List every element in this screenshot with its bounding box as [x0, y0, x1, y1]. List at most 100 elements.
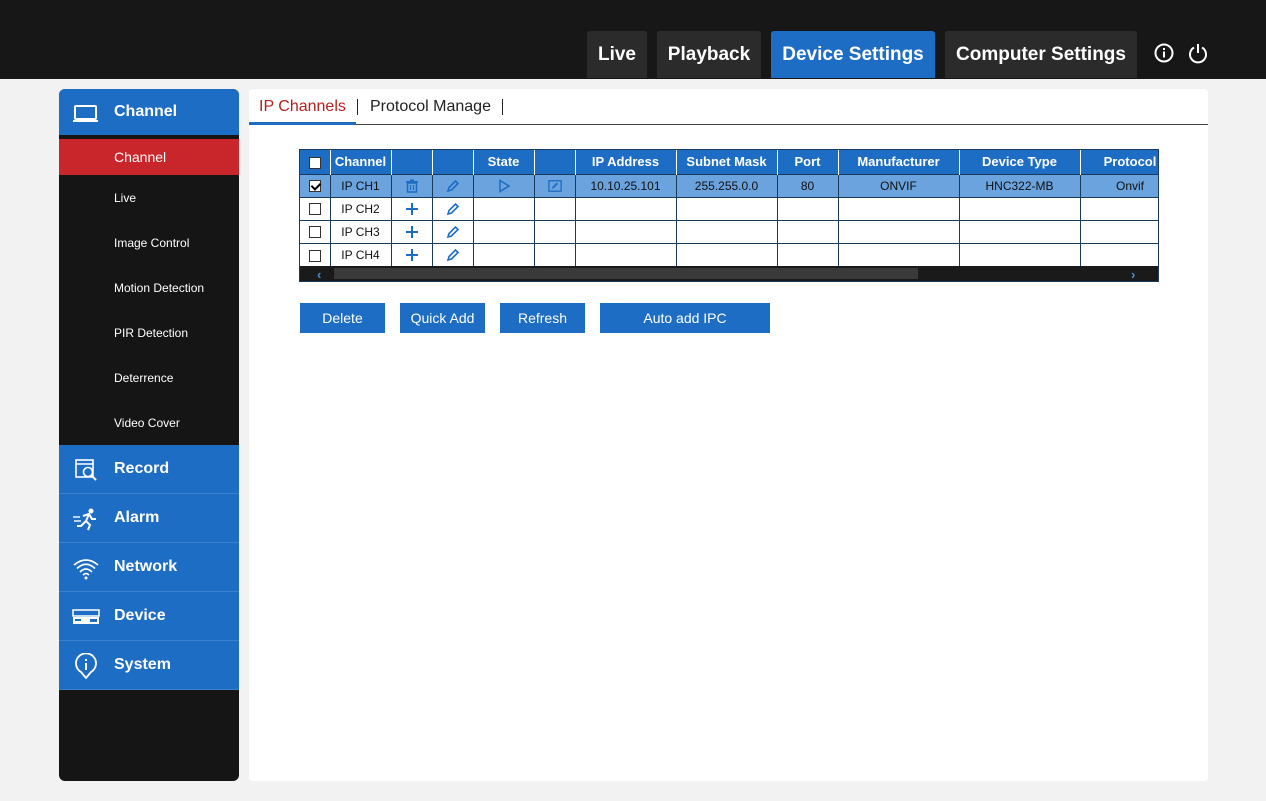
- subnet-mask-cell: [676, 219, 778, 243]
- monitor-icon: [73, 105, 98, 122]
- sidebar-sub-motion-detection[interactable]: Motion Detection: [59, 265, 239, 310]
- play-state-icon[interactable]: [497, 179, 511, 193]
- device-type-cell: [959, 196, 1081, 220]
- device-type-cell: HNC322-MB: [959, 173, 1081, 197]
- sidebar-item-label: Network: [114, 558, 178, 575]
- select-all-checkbox[interactable]: [308, 156, 321, 169]
- column-header: Channel: [330, 150, 392, 174]
- edit-pencil-icon[interactable]: [446, 248, 460, 262]
- column-header: IP Address: [575, 150, 677, 174]
- sidebar-item-network[interactable]: Network: [59, 543, 239, 592]
- horizontal-scrollbar[interactable]: ‹ ›: [300, 266, 1158, 281]
- sidebar-item-record[interactable]: Record: [59, 445, 239, 494]
- ip-channel-table: Channel State IP Address Subnet Mask Por…: [299, 149, 1159, 282]
- delete-button[interactable]: Delete: [300, 303, 385, 333]
- running-person-icon: [73, 508, 96, 531]
- column-header: Subnet Mask: [676, 150, 778, 174]
- edit-pencil-icon[interactable]: [446, 179, 460, 193]
- state-cell: [473, 242, 535, 266]
- web-config-icon[interactable]: [547, 179, 562, 193]
- column-header: State: [473, 150, 535, 174]
- sidebar-sub-live[interactable]: Live: [59, 175, 239, 220]
- nav-playback[interactable]: Playback: [657, 31, 761, 78]
- nav-device-settings[interactable]: Device Settings: [771, 31, 935, 78]
- channel-cell: IP CH3: [330, 219, 392, 243]
- sidebar-sub-deterrence[interactable]: Deterrence: [59, 355, 239, 400]
- subnet-mask-cell: 255.255.0.0: [676, 173, 778, 197]
- ip-address-cell: [575, 219, 677, 243]
- auto-add-ipc-button[interactable]: Auto add IPC: [600, 303, 770, 333]
- power-icon[interactable]: [1187, 42, 1209, 64]
- refresh-button[interactable]: Refresh: [500, 303, 585, 333]
- main-panel: IP Channels Protocol Manage Channel Stat…: [249, 89, 1208, 781]
- protocol-cell: [1080, 219, 1158, 243]
- column-header: [534, 150, 576, 174]
- sidebar-item-alarm[interactable]: Alarm: [59, 494, 239, 543]
- empty-cell: [534, 196, 576, 220]
- port-cell: 80: [777, 173, 839, 197]
- port-cell: [777, 219, 839, 243]
- sidebar-sub-channel[interactable]: Channel: [59, 139, 239, 175]
- manufacturer-cell: [838, 242, 960, 266]
- edit-pencil-icon[interactable]: [446, 202, 460, 216]
- column-header: Port: [777, 150, 839, 174]
- row-checkbox[interactable]: [308, 249, 321, 262]
- state-cell: [473, 219, 535, 243]
- trash-icon[interactable]: [405, 179, 419, 193]
- protocol-cell: [1080, 242, 1158, 266]
- nav-computer-settings[interactable]: Computer Settings: [945, 31, 1137, 78]
- column-header: [432, 150, 474, 174]
- sidebar-item-device[interactable]: Device: [59, 592, 239, 641]
- add-icon[interactable]: [405, 225, 419, 239]
- column-header: Manufacturer: [838, 150, 960, 174]
- device-type-cell: [959, 219, 1081, 243]
- manufacturer-cell: ONVIF: [838, 173, 960, 197]
- sidebar-item-system[interactable]: System: [59, 641, 239, 690]
- table-row[interactable]: IP CH4: [300, 242, 1158, 266]
- device-type-cell: [959, 242, 1081, 266]
- row-checkbox[interactable]: [308, 203, 321, 216]
- tab-ip-channels[interactable]: IP Channels: [259, 98, 346, 116]
- table-row[interactable]: IP CH1 10.10.25.101 255.255.0.0 80 ONVIF…: [300, 173, 1158, 197]
- row-checkbox[interactable]: [308, 180, 321, 193]
- add-icon[interactable]: [405, 202, 419, 216]
- sidebar-item-label: Device: [114, 607, 166, 624]
- scroll-right-icon[interactable]: ›: [1131, 267, 1135, 281]
- scrollbar-thumb[interactable]: [334, 268, 918, 279]
- column-header: [391, 150, 433, 174]
- subnet-mask-cell: [676, 196, 778, 220]
- empty-cell: [534, 219, 576, 243]
- sidebar-sub-image-control[interactable]: Image Control: [59, 220, 239, 265]
- scroll-left-icon[interactable]: ‹: [317, 267, 321, 281]
- nav-live[interactable]: Live: [587, 31, 647, 78]
- tab-separator: [502, 99, 503, 115]
- info-icon[interactable]: [1153, 42, 1175, 64]
- row-checkbox[interactable]: [308, 226, 321, 239]
- port-cell: [777, 242, 839, 266]
- sidebar-sub-video-cover[interactable]: Video Cover: [59, 400, 239, 445]
- subnet-mask-cell: [676, 242, 778, 266]
- column-header: Protocol: [1080, 150, 1158, 174]
- tab-separator: [357, 99, 358, 115]
- tab-protocol-manage[interactable]: Protocol Manage: [370, 98, 491, 116]
- dvr-device-icon: [72, 609, 100, 624]
- channel-cell: IP CH2: [330, 196, 392, 220]
- record-search-icon: [75, 459, 97, 481]
- port-cell: [777, 196, 839, 220]
- quick-add-button[interactable]: Quick Add: [400, 303, 485, 333]
- table-row[interactable]: IP CH3: [300, 219, 1158, 243]
- info-pin-icon: [75, 653, 97, 679]
- sidebar-item-channel[interactable]: Channel: [59, 89, 239, 139]
- manufacturer-cell: [838, 196, 960, 220]
- edit-pencil-icon[interactable]: [446, 225, 460, 239]
- sidebar-sub-pir-detection[interactable]: PIR Detection: [59, 310, 239, 355]
- sidebar-item-label: Record: [114, 460, 170, 477]
- tab-bar: IP Channels Protocol Manage: [249, 89, 1208, 125]
- ip-address-cell: [575, 196, 677, 220]
- column-header: Device Type: [959, 150, 1081, 174]
- manufacturer-cell: [838, 219, 960, 243]
- table-row[interactable]: IP CH2: [300, 196, 1158, 220]
- add-icon[interactable]: [405, 248, 419, 262]
- sidebar-item-label: Channel: [114, 103, 178, 120]
- select-all-header[interactable]: [300, 150, 331, 174]
